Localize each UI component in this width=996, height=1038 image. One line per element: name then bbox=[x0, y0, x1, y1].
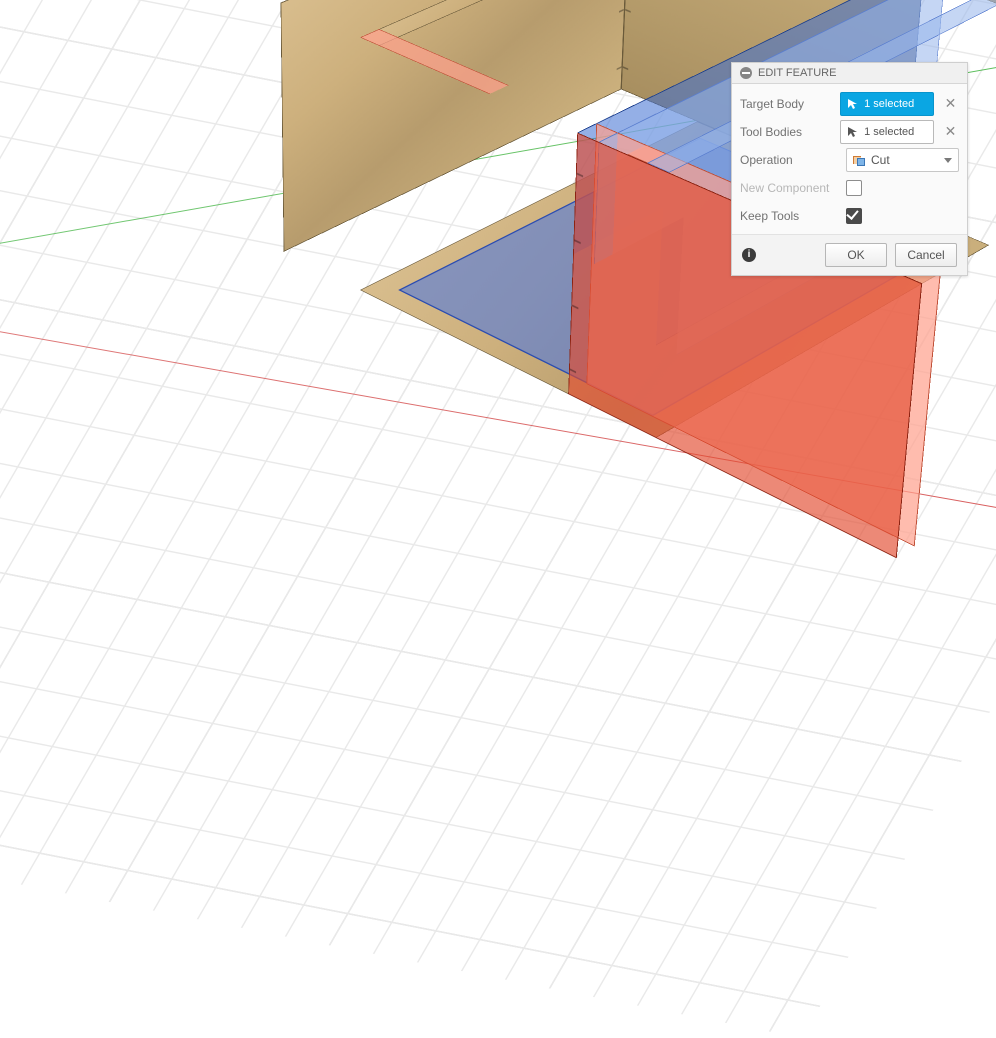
row-target-body: Target Body 1 selected ✕ bbox=[740, 90, 959, 118]
row-keep-tools: Keep Tools bbox=[740, 202, 959, 230]
target-body-label: Target Body bbox=[740, 97, 832, 111]
row-operation: Operation Cut bbox=[740, 146, 959, 174]
target-body-chip[interactable]: 1 selected bbox=[840, 92, 934, 116]
tool-bodies-chip-text: 1 selected bbox=[864, 126, 914, 138]
cursor-icon bbox=[847, 126, 859, 138]
panel-header[interactable]: EDIT FEATURE bbox=[732, 63, 967, 84]
edit-feature-panel[interactable]: EDIT FEATURE Target Body 1 selected ✕ To… bbox=[731, 62, 968, 276]
keep-tools-checkbox[interactable] bbox=[846, 208, 862, 224]
row-new-component: New Component bbox=[740, 174, 959, 202]
new-component-checkbox bbox=[846, 180, 862, 196]
panel-title: EDIT FEATURE bbox=[758, 67, 836, 79]
keep-tools-label: Keep Tools bbox=[740, 209, 838, 223]
operation-value: Cut bbox=[871, 153, 890, 167]
tool-bodies-label: Tool Bodies bbox=[740, 125, 832, 139]
collapse-icon[interactable] bbox=[740, 67, 752, 79]
info-icon[interactable]: i bbox=[742, 248, 756, 262]
panel-footer: i OK Cancel bbox=[732, 234, 967, 275]
operation-dropdown[interactable]: Cut bbox=[846, 148, 959, 172]
chevron-down-icon bbox=[944, 158, 952, 163]
cancel-button[interactable]: Cancel bbox=[895, 243, 957, 267]
cursor-icon bbox=[847, 98, 859, 110]
target-body-clear-icon[interactable]: ✕ bbox=[942, 95, 959, 113]
ok-button[interactable]: OK bbox=[825, 243, 887, 267]
panel-body: Target Body 1 selected ✕ Tool Bodies 1 s… bbox=[732, 84, 967, 234]
tool-bodies-clear-icon[interactable]: ✕ bbox=[942, 123, 959, 141]
cut-icon bbox=[853, 154, 865, 166]
new-component-label: New Component bbox=[740, 181, 838, 195]
operation-label: Operation bbox=[740, 153, 838, 167]
row-tool-bodies: Tool Bodies 1 selected ✕ bbox=[740, 118, 959, 146]
tool-bodies-chip[interactable]: 1 selected bbox=[840, 120, 934, 144]
target-body-chip-text: 1 selected bbox=[864, 98, 914, 110]
